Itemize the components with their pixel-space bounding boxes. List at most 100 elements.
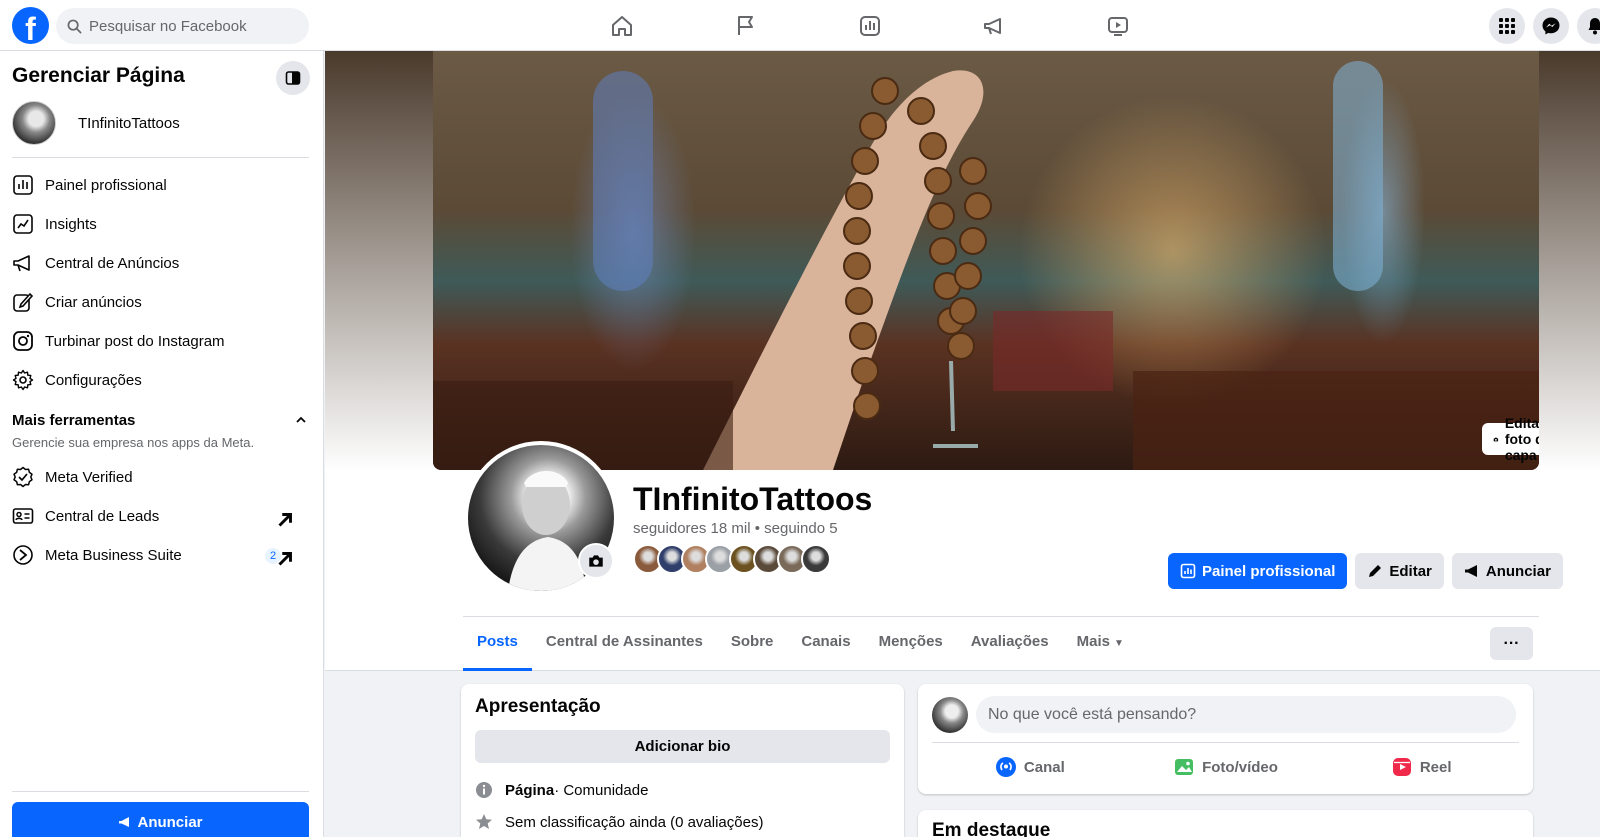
sidebar-item-label: Painel profissional bbox=[45, 176, 167, 194]
edit-page-label: Editar bbox=[1389, 562, 1432, 580]
tab-label: Menções bbox=[878, 633, 943, 650]
gear-icon bbox=[12, 369, 34, 391]
edit-cover-label: Editar foto da capa bbox=[1504, 415, 1539, 463]
cover-photo[interactable]: Editar foto da capa bbox=[433, 51, 1539, 470]
advertise-button-label: Anunciar bbox=[137, 813, 203, 831]
edit-page-button[interactable]: Editar bbox=[1355, 553, 1444, 589]
tab-posts[interactable]: Posts bbox=[463, 617, 532, 671]
follower-avatars[interactable] bbox=[633, 544, 831, 574]
add-bio-button[interactable]: Adicionar bio bbox=[475, 730, 890, 763]
professional-dashboard-button[interactable]: Painel profissional bbox=[1168, 553, 1348, 589]
sidebar-item-label: Meta Business Suite bbox=[45, 546, 182, 564]
info-icon bbox=[476, 782, 492, 798]
advertise-page-button[interactable]: Anunciar bbox=[1451, 553, 1563, 589]
chevron-up-icon[interactable] bbox=[295, 414, 307, 426]
messenger-button[interactable] bbox=[1533, 8, 1569, 44]
top-bar: f bbox=[0, 0, 1600, 51]
intro-card: Apresentação Adicionar bio Página · Comu… bbox=[461, 684, 904, 837]
megaphone-icon bbox=[1464, 565, 1477, 577]
composer-actions: Canal Foto/vídeo Reel bbox=[932, 744, 1519, 790]
follower-avatar[interactable] bbox=[801, 544, 831, 574]
tab-about[interactable]: Sobre bbox=[717, 617, 788, 671]
megaphone-icon bbox=[13, 255, 30, 272]
sidebar-item-insights[interactable]: Insights bbox=[12, 206, 309, 242]
more-tools-heading: Mais ferramentas bbox=[12, 412, 136, 429]
page-title: TInfinitoTattoos bbox=[633, 481, 873, 517]
post-composer: Canal Foto/vídeo Reel bbox=[918, 684, 1533, 794]
sidebar-item-label: Criar anúncios bbox=[45, 293, 142, 311]
nav-home[interactable] bbox=[560, 0, 684, 51]
highlights-title: Em destaque bbox=[932, 820, 1051, 837]
tab-subscriber-hub[interactable]: Central de Assinantes bbox=[532, 617, 717, 671]
camera-icon bbox=[1493, 437, 1499, 441]
id-card-icon bbox=[12, 508, 34, 524]
photo-icon bbox=[1175, 759, 1194, 775]
tab-label: Posts bbox=[477, 633, 518, 650]
caret-down-icon: ▼ bbox=[1113, 638, 1124, 649]
composer-input[interactable] bbox=[976, 696, 1516, 733]
sidebar-item-create-ads[interactable]: Criar anúncios bbox=[12, 284, 309, 320]
sidebar-page-switcher[interactable]: TInfinitoTattoos bbox=[12, 101, 180, 145]
avatar[interactable] bbox=[932, 696, 968, 733]
nav-video[interactable] bbox=[1056, 0, 1180, 51]
tab-mentions[interactable]: Menções bbox=[865, 617, 957, 671]
sidebar-item-meta-verified[interactable]: Meta Verified bbox=[12, 459, 309, 495]
facebook-logo[interactable]: f bbox=[12, 7, 49, 44]
tab-label: Avaliações bbox=[970, 633, 1049, 650]
sidebar-item-business-suite[interactable]: Meta Business Suite 2 bbox=[12, 537, 309, 573]
sidebar-item-leads-center[interactable]: Central de Leads bbox=[12, 498, 309, 534]
reel-button[interactable]: Reel bbox=[1323, 744, 1519, 790]
nav-ads[interactable] bbox=[932, 0, 1056, 51]
sidebar-item-label: Turbinar post do Instagram bbox=[45, 332, 225, 350]
search-icon bbox=[67, 19, 82, 33]
page-type-label: Página bbox=[505, 781, 555, 799]
composer-row bbox=[932, 696, 1516, 733]
video-icon bbox=[1108, 16, 1128, 36]
advertise-button[interactable]: Anunciar bbox=[12, 802, 309, 837]
menu-button[interactable] bbox=[1489, 8, 1525, 44]
avatar bbox=[12, 101, 56, 145]
external-link-icon bbox=[278, 552, 292, 566]
tab-channels[interactable]: Canais bbox=[787, 617, 864, 671]
more-tools-subtitle: Gerencie sua empresa nos apps da Meta. bbox=[12, 435, 255, 450]
search-box[interactable] bbox=[56, 8, 309, 44]
profile-tabs: Posts Central de Assinantes Sobre Canais… bbox=[463, 617, 1138, 671]
flag-icon bbox=[738, 15, 753, 35]
search-input[interactable] bbox=[89, 17, 289, 35]
manage-page-sidebar: Gerenciar Página TInfinitoTattoos Painel… bbox=[0, 51, 324, 837]
sidebar-item-settings[interactable]: Configurações bbox=[12, 362, 309, 398]
page-category: Página · Comunidade bbox=[475, 781, 890, 799]
profile-actions: Painel profissional Editar Anunciar bbox=[1160, 553, 1563, 589]
rating-text: Sem classificação ainda (0 avaliações) bbox=[505, 813, 764, 831]
sidebar-item-dashboard[interactable]: Painel profissional bbox=[12, 167, 309, 203]
edit-cover-button[interactable]: Editar foto da capa bbox=[1482, 415, 1539, 463]
instagram-icon bbox=[13, 331, 33, 351]
dashboard-icon bbox=[1180, 563, 1196, 579]
collapse-sidebar-button[interactable] bbox=[276, 61, 310, 95]
update-profile-picture-button[interactable] bbox=[578, 543, 614, 579]
megaphone-icon bbox=[119, 817, 130, 827]
sidebar-item-ad-center[interactable]: Central de Anúncios bbox=[12, 245, 309, 281]
sidebar-item-label: Insights bbox=[45, 215, 97, 233]
sidebar-item-label: Meta Verified bbox=[45, 468, 133, 486]
notifications-button[interactable] bbox=[1577, 8, 1600, 44]
more-options-button[interactable]: ··· bbox=[1490, 627, 1533, 660]
external-link-icon bbox=[278, 513, 292, 527]
channel-button[interactable]: Canal bbox=[932, 744, 1128, 790]
professional-dashboard-label: Painel profissional bbox=[1202, 562, 1336, 580]
tab-more[interactable]: Mais ▼ bbox=[1063, 617, 1138, 671]
page-rating: Sem classificação ainda (0 avaliações) bbox=[475, 813, 890, 831]
camera-icon bbox=[589, 555, 603, 567]
sidebar-item-label: Configurações bbox=[45, 371, 142, 389]
verified-icon bbox=[13, 466, 33, 488]
reel-label: Reel bbox=[1419, 758, 1452, 776]
sidebar-toggle-icon bbox=[285, 71, 301, 85]
photo-video-button[interactable]: Foto/vídeo bbox=[1128, 744, 1324, 790]
follower-stats[interactable]: seguidores 18 mil • seguindo 5 bbox=[633, 520, 838, 537]
sidebar-item-boost-instagram[interactable]: Turbinar post do Instagram bbox=[12, 323, 309, 359]
tab-label: Canais bbox=[801, 633, 851, 650]
tab-reviews[interactable]: Avaliações bbox=[957, 617, 1063, 671]
divider bbox=[12, 157, 309, 158]
nav-insights[interactable] bbox=[808, 0, 932, 51]
nav-pages[interactable] bbox=[684, 0, 808, 51]
